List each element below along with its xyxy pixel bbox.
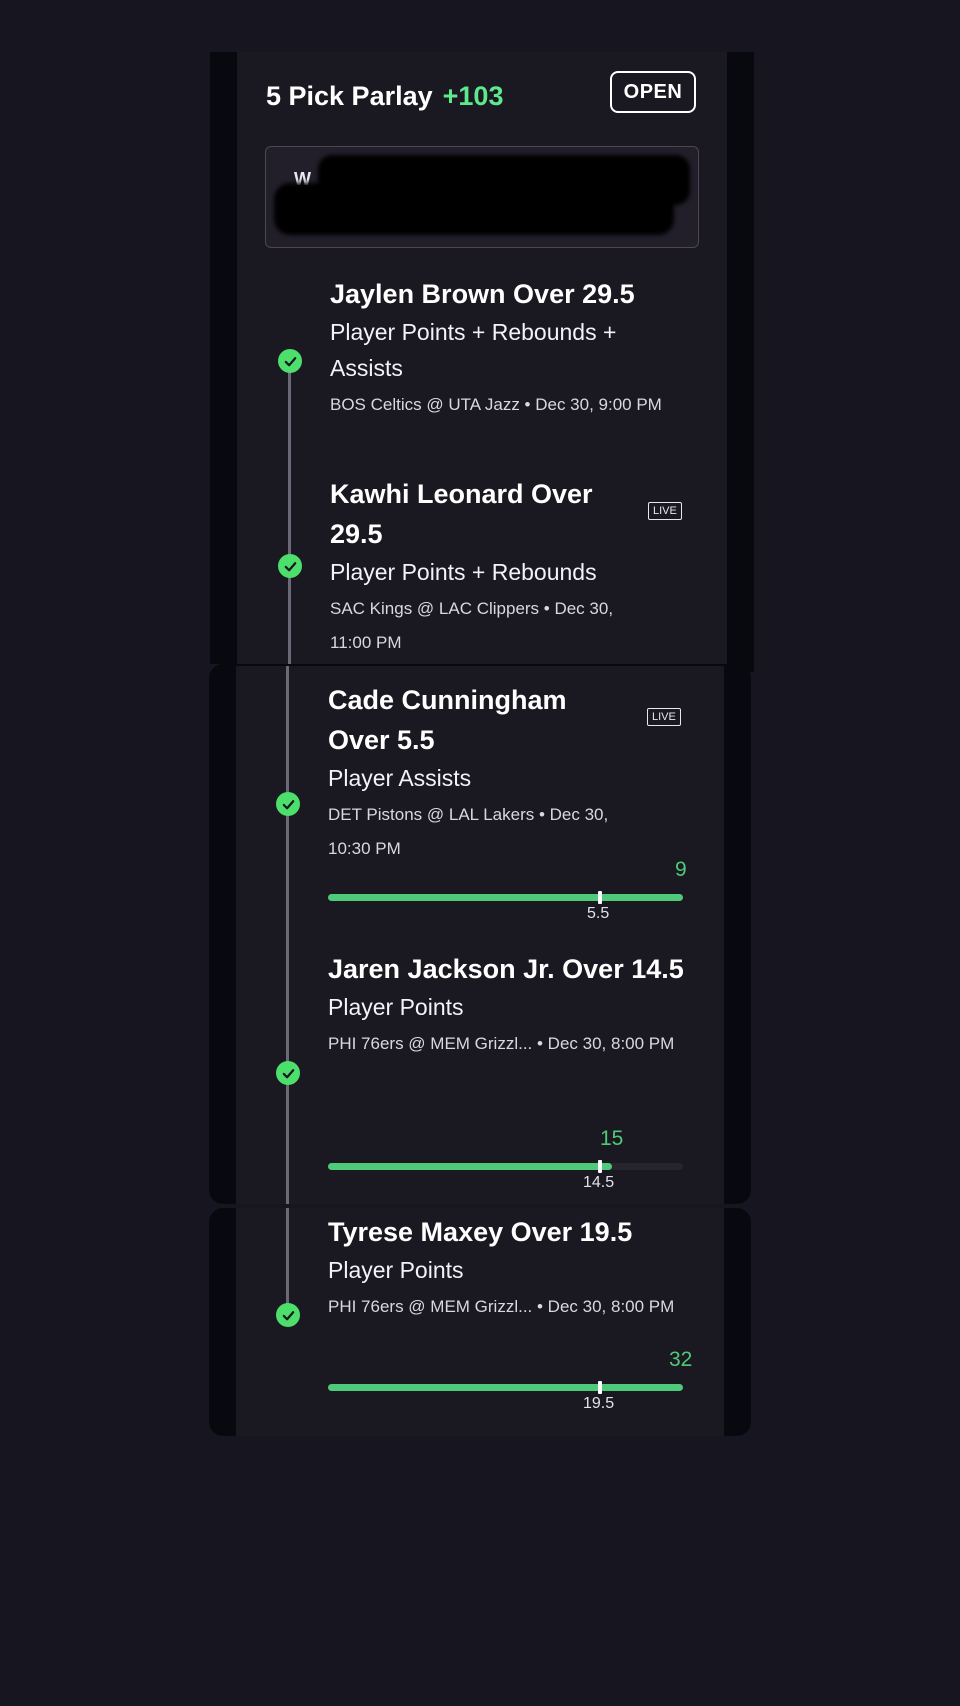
stat-line-value: 14.5 — [583, 1174, 615, 1191]
check-circle-icon — [276, 792, 300, 816]
stat-line-value: 19.5 — [583, 1395, 615, 1412]
pick-item[interactable]: Cade Cunningham Over 5.5 Player Assists … — [328, 680, 628, 866]
pick-market: Player Points + Rebounds — [330, 559, 597, 585]
parlay-note-box: W — [265, 146, 699, 248]
check-circle-icon — [276, 1061, 300, 1085]
pick-game-info: PHI 76ers @ MEM Grizzl... • Dec 30, 8:00… — [328, 1297, 675, 1316]
open-status-button[interactable]: OPEN — [610, 71, 696, 113]
card-edge-left — [210, 52, 237, 664]
pick-game-info: PHI 76ers @ MEM Grizzl... • Dec 30, 8:00… — [328, 1034, 675, 1053]
timeline-line — [286, 1208, 289, 1316]
pick-title: Cade Cunningham Over 5.5 — [328, 685, 567, 755]
pick-item[interactable]: Kawhi Leonard Over 29.5 Player Points + … — [330, 474, 650, 660]
stat-progress-fill — [328, 1163, 612, 1170]
parlay-title: 5 Pick Parlay +103 — [266, 78, 503, 114]
pick-title: Kawhi Leonard Over 29.5 — [330, 479, 593, 549]
stat-progress-fill — [328, 1384, 683, 1391]
pick-market: Player Points — [328, 994, 464, 1020]
pick-game-info: BOS Celtics @ UTA Jazz • Dec 30, 9:00 PM — [330, 395, 662, 414]
parlay-odds: +103 — [442, 81, 504, 111]
live-badge: LIVE — [648, 502, 682, 520]
timeline-line — [286, 666, 289, 1204]
stat-progress-bar — [328, 891, 683, 904]
stat-progress-fill — [328, 894, 683, 901]
pick-market: Player Assists — [328, 765, 472, 791]
pick-game-info: SAC Kings @ LAC Clippers • Dec 30, 11:00… — [330, 599, 614, 652]
timeline-line — [288, 372, 291, 664]
line-marker — [598, 1160, 602, 1173]
check-circle-icon — [278, 349, 302, 373]
stat-line-value: 5.5 — [587, 905, 610, 922]
pick-item[interactable]: Jaylen Brown Over 29.5 Player Points + R… — [330, 274, 670, 422]
line-marker — [598, 891, 602, 904]
live-badge: LIVE — [647, 708, 681, 726]
pick-title: Tyrese Maxey Over 19.5 — [328, 1217, 633, 1247]
stat-current-value: 15 — [600, 1127, 624, 1150]
parlay-title-text: 5 Pick Parlay — [266, 81, 433, 111]
redaction-block — [274, 183, 674, 235]
stat-current-value: 32 — [669, 1348, 693, 1371]
pick-game-info: DET Pistons @ LAL Lakers • Dec 30, 10:30… — [328, 805, 609, 858]
pick-market: Player Points + Rebounds + Assists — [330, 319, 617, 381]
check-circle-icon — [276, 1303, 300, 1327]
pick-title: Jaren Jackson Jr. Over 14.5 — [328, 954, 684, 984]
pick-item[interactable]: Jaren Jackson Jr. Over 14.5 Player Point… — [328, 949, 688, 1061]
stat-progress-bar — [328, 1381, 683, 1394]
card-edge-right — [727, 52, 754, 672]
pick-title: Jaylen Brown Over 29.5 — [330, 279, 635, 309]
line-marker — [598, 1381, 602, 1394]
check-circle-icon — [278, 554, 302, 578]
stat-progress-bar — [328, 1160, 683, 1173]
stat-current-value: 9 — [675, 858, 687, 881]
pick-item[interactable]: Tyrese Maxey Over 19.5 Player Points PHI… — [328, 1212, 708, 1324]
pick-market: Player Points — [328, 1257, 464, 1283]
parlay-header: 5 Pick Parlay +103 OPEN — [266, 71, 700, 128]
